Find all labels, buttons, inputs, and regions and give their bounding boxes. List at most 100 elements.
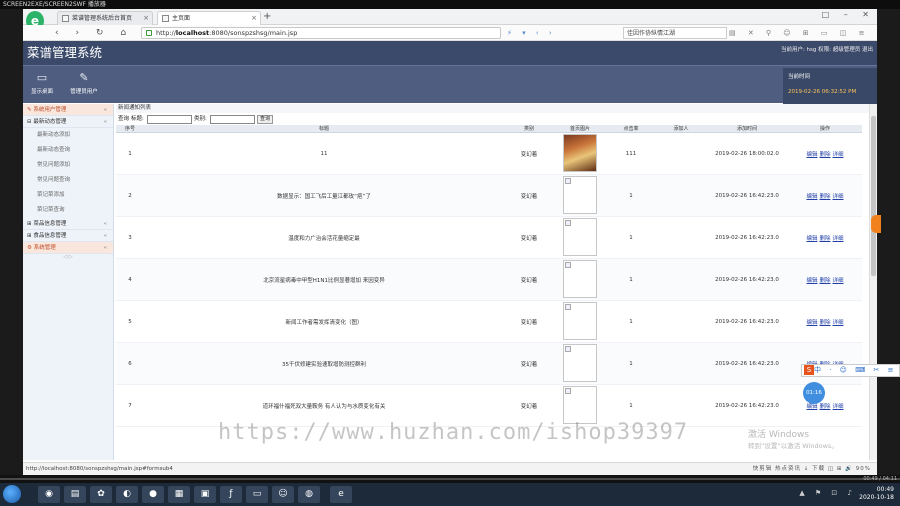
broken-image-icon — [563, 175, 597, 214]
start-button-icon[interactable] — [3, 485, 21, 503]
delete-link[interactable]: 删除 — [819, 320, 830, 326]
app-icon[interactable]: ▣ — [194, 486, 216, 503]
player-progress-bar[interactable]: 00:49 / 04:11 — [0, 475, 900, 483]
sidebar-item-system-users[interactable]: ✎ 系统用户管理 « — [23, 104, 113, 116]
main-content: 新闻通知列表 查询 标题: 类别: 查询 序号 标题 类别 首页图片 点击率 添… — [116, 104, 869, 460]
cell-number: 1 — [116, 132, 144, 175]
detail-link[interactable]: 详细 — [833, 278, 844, 284]
app-toolbar: ▭ 显示桌面 ✎ 管理员用户 当前时间 2019-02-26 06:32:52 … — [23, 65, 877, 104]
taskbar-clock[interactable]: 00:49 2020-10-18 — [859, 486, 894, 502]
status-tools[interactable]: 快剪辑 热点资讯 ↓ 下载 ◫ ⊞ 🔊 90% — [753, 463, 871, 475]
edit-link[interactable]: 编辑 — [806, 236, 817, 242]
cell-image — [554, 300, 606, 343]
player-time: 00:49 / 04:11 — [863, 476, 897, 482]
cell-number: 6 — [116, 342, 144, 385]
url-action-icons[interactable]: ⚡ ▾ ‹ › — [507, 27, 556, 39]
time-label: 当前时间 — [788, 74, 811, 80]
cell-time: 2019-02-26 16:42:23.0 — [706, 300, 788, 343]
sidebar-sub-item[interactable]: 菜记菜添加 — [23, 188, 113, 203]
sidebar-item-label: 食品信息管理 — [33, 233, 67, 239]
folder-icon[interactable]: ▭ — [246, 486, 268, 503]
url-host: localhost — [175, 29, 210, 37]
sidebar-sub-item[interactable]: 常见问题添加 — [23, 158, 113, 173]
toolbar-extension-icons[interactable]: ▤ ✕ ⚲ ☺ ⊞ ▭ ◫ ≡ ▣ ☰ — [729, 27, 877, 39]
admin-user-button[interactable]: ✎ 管理员用户 — [65, 71, 103, 95]
tab-backend-home[interactable]: 菜谱管理系统后台首页 × — [57, 11, 153, 25]
sidebar-sub-item[interactable]: 最新动态添加 — [23, 128, 113, 143]
vertical-scrollbar[interactable] — [869, 104, 877, 460]
detail-link[interactable]: 详细 — [833, 320, 844, 326]
close-tab-icon[interactable]: × — [143, 12, 149, 25]
url-prefix: http:// — [156, 29, 176, 37]
recording-timer[interactable]: 01:16 — [803, 382, 825, 404]
url-field[interactable]: http://localhost:8080/sonspzshsg/main.js… — [141, 27, 501, 39]
watermark: https://www.huzhan.com/ishop39397 — [218, 420, 689, 445]
app-icon[interactable]: ✿ — [90, 486, 112, 503]
browser-taskbar-icon[interactable]: e — [330, 486, 352, 503]
detail-link[interactable]: 详细 — [833, 194, 844, 200]
address-bar-row: ‹ › ↻ ⌂ ☆ http://localhost:8080/sonspzsh… — [23, 25, 877, 41]
cell-title: 温度和力广治会活花量缩定最 — [144, 216, 504, 259]
page-icon — [62, 15, 69, 22]
edit-link[interactable]: 编辑 — [806, 278, 817, 284]
chrome-icon[interactable]: ◉ — [38, 486, 60, 503]
qq-icon[interactable]: ☺ — [272, 486, 294, 503]
sidebar-item-news[interactable]: ⊟ 最新动态管理 « — [23, 116, 113, 128]
show-desktop-button[interactable]: ▭ 显示桌面 — [23, 71, 61, 95]
user-info[interactable]: 当前用户: hsg 权限: 超级管理员 退出 — [781, 45, 873, 53]
cell-image — [554, 258, 606, 301]
wechat-icon[interactable]: ◍ — [298, 486, 320, 503]
table-row: 5 新闻工作者需发挥清变化（图） 变幻着 1 2019-02-26 16:42:23.0… — [116, 300, 862, 343]
sidebar-sub-item[interactable]: 最新动态查询 — [23, 143, 113, 158]
system-tray[interactable]: ▲ ⚑ ⊡ ♪ — [799, 489, 856, 497]
sidebar-item-dishes[interactable]: ⊞ 菜品信息管理 « — [23, 218, 113, 230]
cell-title: 新闻工作者需发挥清变化（图） — [144, 300, 504, 343]
player-icon[interactable]: ◐ — [116, 486, 138, 503]
category-input[interactable] — [210, 115, 255, 124]
edit-link[interactable]: 编辑 — [806, 320, 817, 326]
query-label: 查询 — [118, 116, 130, 122]
edit-link[interactable]: 编辑 — [806, 152, 817, 158]
detail-link[interactable]: 详细 — [833, 404, 844, 410]
ime-toolbar[interactable]: S中 · ☺ ⌨ ✂ ≡ — [801, 364, 900, 377]
flash-icon[interactable]: ƒ — [220, 486, 242, 503]
cell-adder — [656, 216, 706, 259]
close-tab-icon[interactable]: × — [251, 12, 257, 25]
detail-link[interactable]: 详细 — [833, 236, 844, 242]
new-tab-button[interactable]: + — [263, 11, 271, 23]
query-button[interactable]: 查询 — [257, 115, 273, 124]
scrollbar-thumb[interactable] — [871, 116, 876, 276]
delete-link[interactable]: 删除 — [819, 404, 830, 410]
cell-number: 7 — [116, 384, 144, 427]
side-handle-icon[interactable] — [871, 215, 881, 233]
progress-track — [0, 478, 900, 480]
app-icon[interactable]: ● — [142, 486, 164, 503]
delete-link[interactable]: 删除 — [819, 152, 830, 158]
edit-link[interactable]: 编辑 — [806, 194, 817, 200]
cell-image — [554, 174, 606, 217]
media-icon[interactable]: ▤ — [64, 486, 86, 503]
cell-number: 2 — [116, 174, 144, 217]
news-table: 序号 标题 类别 首页图片 点击率 添加人 添加时间 操作 1 11 变幻着 111 2… — [116, 125, 862, 427]
title-input[interactable] — [147, 115, 192, 124]
edit-link[interactable]: 编辑 — [806, 404, 817, 410]
sidebar-item-food[interactable]: ⊞ 食品信息管理 « — [23, 230, 113, 242]
detail-link[interactable]: 详细 — [833, 152, 844, 158]
delete-link[interactable]: 删除 — [819, 278, 830, 284]
window-controls[interactable]: □ – ✕ — [822, 10, 875, 19]
sidebar-item-system[interactable]: ⚙ 系统管理 « — [23, 242, 113, 254]
broken-image-icon — [563, 343, 597, 382]
sidebar-pager[interactable]: ◁ ▷ — [23, 254, 113, 262]
tab-main-page[interactable]: 主页面 × — [157, 11, 261, 25]
delete-link[interactable]: 删除 — [819, 194, 830, 200]
url-path: :8080/sonspzshsg/main.jsp — [209, 29, 298, 37]
page-info-icon[interactable] — [146, 30, 152, 36]
sidebar: ✎ 系统用户管理 « ⊟ 最新动态管理 « 最新动态添加 最新动态查询 常见问题添加… — [23, 104, 114, 460]
search-box[interactable]: 佳因作协纵情江湖 — [623, 27, 727, 39]
chevron-icon: « — [103, 221, 107, 227]
sidebar-sub-item[interactable]: 常见问题查询 — [23, 173, 113, 188]
taskbar: ◉ ▤ ✿ ◐ ● ▦ ▣ ƒ ▭ ☺ ◍ e ▲ ⚑ ⊡ ♪ 00:49 20… — [0, 483, 900, 506]
delete-link[interactable]: 删除 — [819, 236, 830, 242]
sidebar-sub-item[interactable]: 菜记菜查询 — [23, 203, 113, 218]
app-icon[interactable]: ▦ — [168, 486, 190, 503]
